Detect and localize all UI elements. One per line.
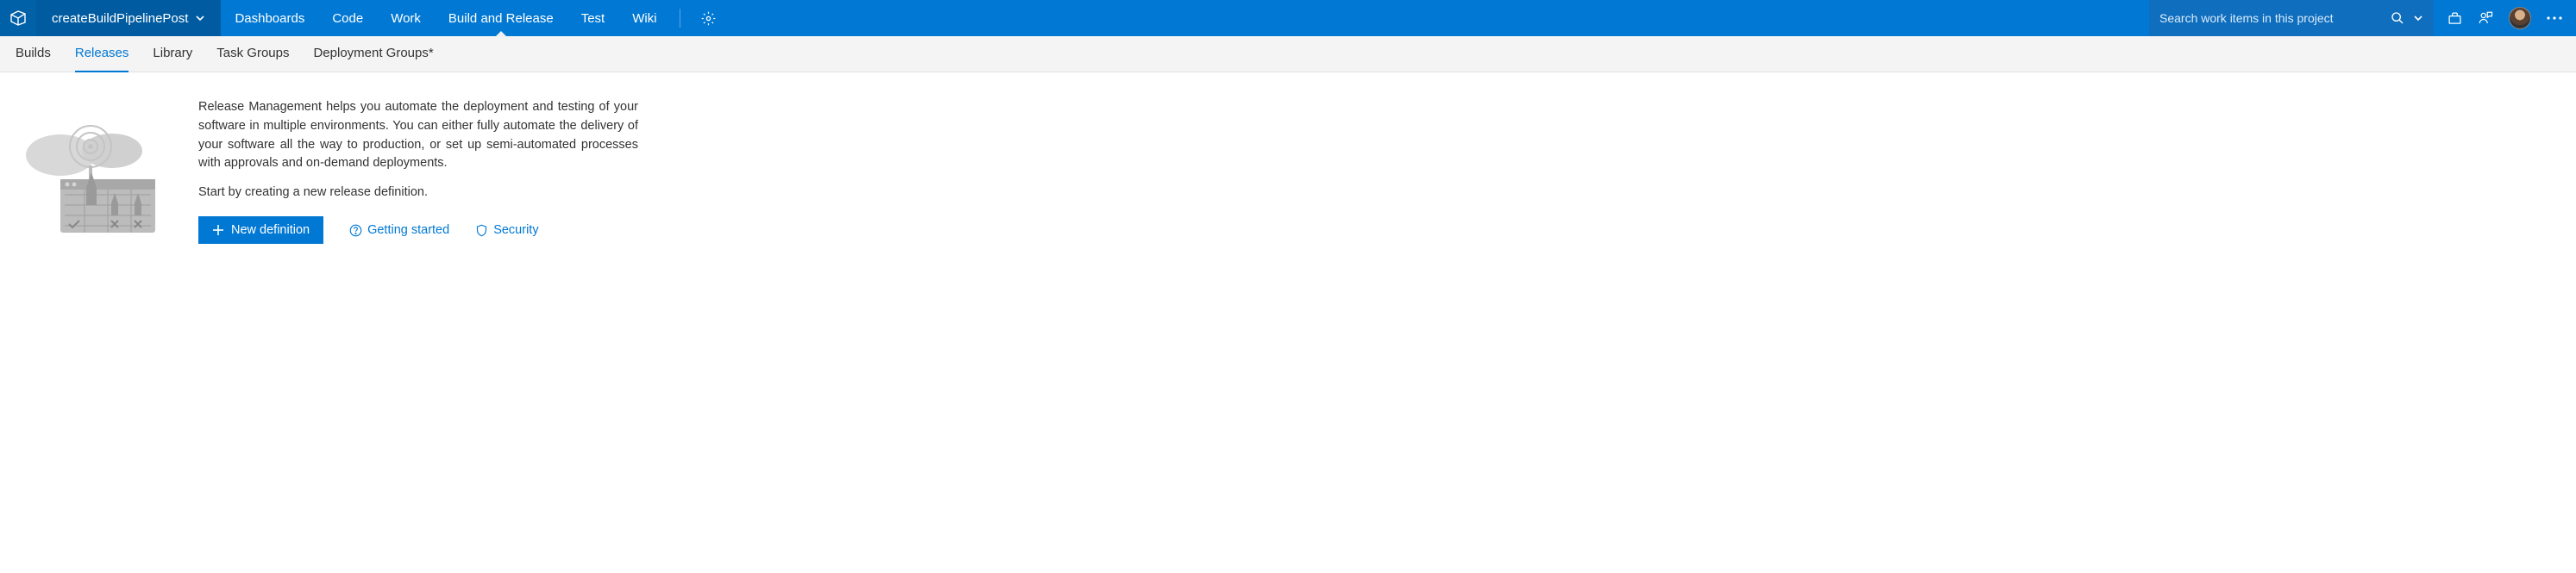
subnav-builds[interactable]: Builds (16, 36, 51, 72)
marketplace-button[interactable] (2448, 11, 2462, 26)
person-chat-icon (2478, 10, 2493, 26)
getting-started-link[interactable]: Getting started (349, 223, 449, 237)
main-nav: Dashboards Code Work Build and Release T… (221, 0, 2149, 36)
new-definition-button[interactable]: New definition (198, 216, 323, 244)
start-line-text: Start by creating a new release definiti… (198, 185, 638, 199)
settings-button[interactable] (689, 11, 728, 26)
more-button[interactable] (2547, 16, 2562, 20)
search-button[interactable] (2391, 11, 2404, 25)
search-area (2149, 0, 2434, 36)
gear-icon (701, 11, 716, 26)
nav-build-release[interactable]: Build and Release (435, 0, 567, 36)
intro-text-block: Release Management helps you automate th… (198, 98, 638, 244)
nav-wiki[interactable]: Wiki (618, 0, 670, 36)
subnav-task-groups[interactable]: Task Groups (216, 36, 289, 72)
nav-dashboards[interactable]: Dashboards (221, 0, 318, 36)
chevron-down-icon (195, 13, 205, 23)
nav-work[interactable]: Work (377, 0, 435, 36)
nav-code[interactable]: Code (318, 0, 377, 36)
security-label: Security (493, 223, 538, 237)
feedback-button[interactable] (2478, 10, 2493, 26)
subnav-deployment-groups[interactable]: Deployment Groups* (313, 36, 433, 72)
header-right-icons (2434, 7, 2576, 29)
project-name-label: createBuildPipelinePost (52, 11, 188, 26)
action-row: New definition Getting started Security (198, 216, 638, 244)
subnav-library[interactable]: Library (153, 36, 192, 72)
getting-started-label: Getting started (367, 223, 449, 237)
sub-nav: Builds Releases Library Task Groups Depl… (0, 36, 2576, 72)
search-icon (2391, 11, 2404, 25)
nav-test[interactable]: Test (567, 0, 619, 36)
security-link[interactable]: Security (475, 223, 538, 237)
release-illustration (17, 98, 164, 244)
user-avatar[interactable] (2509, 7, 2531, 29)
ellipsis-icon (2547, 16, 2562, 20)
search-filter-dropdown[interactable] (2413, 13, 2423, 23)
subnav-releases[interactable]: Releases (75, 36, 129, 72)
briefcase-icon (2448, 11, 2462, 26)
chevron-down-icon (2413, 13, 2423, 23)
plus-icon (212, 224, 224, 236)
content-area: Release Management helps you automate th… (0, 72, 655, 270)
shield-icon (475, 224, 488, 237)
search-input[interactable] (2159, 11, 2380, 25)
help-icon (349, 224, 362, 237)
project-selector[interactable]: createBuildPipelinePost (36, 0, 221, 36)
new-definition-label: New definition (231, 223, 310, 237)
vsts-logo[interactable] (0, 0, 36, 36)
description-text: Release Management helps you automate th… (198, 98, 638, 173)
top-bar: createBuildPipelinePost Dashboards Code … (0, 0, 2576, 36)
